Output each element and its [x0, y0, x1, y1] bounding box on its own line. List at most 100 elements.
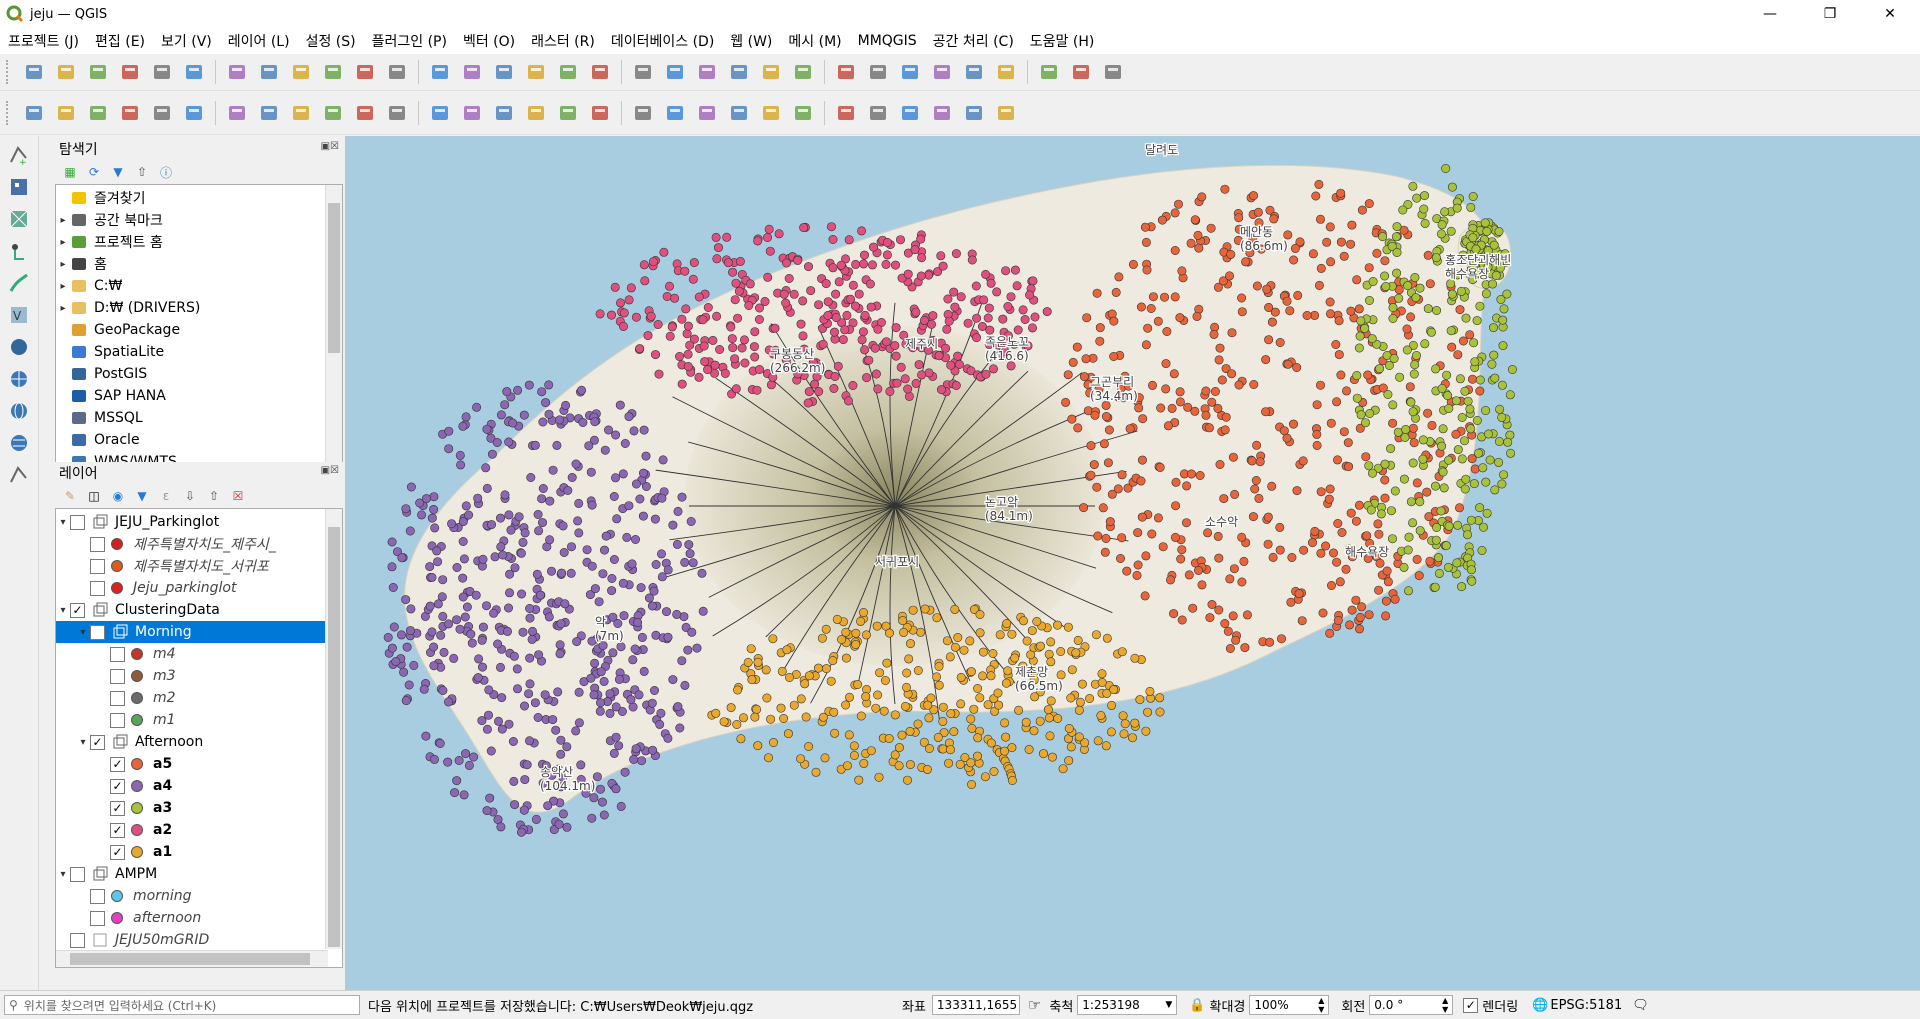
add-postgis-icon[interactable] [6, 334, 32, 360]
layer-item[interactable]: ✓ a1 [56, 841, 342, 863]
zoom-last-icon[interactable] [491, 59, 517, 85]
identify-icon[interactable] [865, 59, 891, 85]
copy-icon[interactable] [491, 100, 517, 126]
menu-item-8[interactable]: 데이터베이스 (D) [603, 31, 722, 51]
plugin-globe-icon[interactable] [929, 100, 955, 126]
field-calculator-icon[interactable] [993, 59, 1019, 85]
browser-item[interactable]: ▸ 홈 [56, 253, 342, 275]
new-project-icon[interactable] [21, 59, 47, 85]
filter-expression-icon[interactable]: ε [157, 487, 175, 505]
rotate-label-icon[interactable] [865, 100, 891, 126]
label-icon[interactable] [630, 100, 656, 126]
layer-checkbox[interactable]: ✓ [110, 756, 125, 772]
properties-icon[interactable]: ⓘ [157, 163, 175, 181]
delete-icon[interactable] [427, 100, 453, 126]
attribute-table-icon[interactable] [897, 59, 923, 85]
zoom-out-icon[interactable] [320, 59, 346, 85]
expand-arrow-icon[interactable]: ▸ [56, 215, 70, 226]
save-as-icon[interactable] [117, 59, 143, 85]
collapse-all-icon[interactable]: ⇧ [133, 163, 151, 181]
refresh-icon[interactable]: ⟳ [85, 163, 103, 181]
layer-checkbox[interactable]: ✓ [110, 778, 125, 794]
filter-legend-icon[interactable]: ▼ [133, 487, 151, 505]
expand-arrow-icon[interactable]: ▸ [56, 281, 70, 292]
coord-field[interactable]: 133311,1655 [931, 995, 1020, 1015]
layers-hscrollbar[interactable] [56, 950, 328, 967]
layer-checkbox[interactable] [90, 580, 105, 596]
layer-checkbox[interactable] [90, 558, 105, 574]
minimize-icon[interactable]: — [1740, 0, 1800, 28]
add-wfs-icon[interactable] [6, 430, 32, 456]
layer-checkbox[interactable] [70, 866, 85, 882]
save-edits-icon[interactable] [320, 100, 346, 126]
browser-item[interactable]: ▸ 프로젝트 홈 [56, 231, 342, 253]
add-vector-icon[interactable] [21, 100, 47, 126]
layer-checkbox[interactable]: ✓ [110, 844, 125, 860]
browser-item[interactable]: PostGIS [56, 363, 342, 385]
messages-icon[interactable]: 🗨 [1632, 998, 1649, 1013]
add-selected-icon[interactable]: ▦ [61, 163, 79, 181]
add-delimited-text-icon[interactable] [6, 238, 32, 264]
expand-arrow-icon[interactable]: ▸ [56, 259, 70, 270]
layer-item[interactable]: ▾ ✓ Afternoon [56, 731, 342, 753]
layer-checkbox[interactable]: ✓ [70, 602, 85, 618]
pencil-icon[interactable] [256, 100, 282, 126]
expand-arrow-icon[interactable]: ▸ [56, 237, 70, 248]
map-canvas[interactable]: 달려도 메안동 (86.6m) 홍조단괴해빈 해수욕장 구봉동산 (266.2m) 족은노꼬(… [345, 136, 1920, 990]
add-vector-layer-icon[interactable]: + [6, 142, 32, 168]
expand-arrow-icon[interactable]: ▸ [56, 303, 70, 314]
layer-item[interactable]: afternoon [56, 907, 342, 929]
expand-arrow-icon[interactable]: ▾ [76, 737, 90, 748]
vertex-tool-icon[interactable] [384, 100, 410, 126]
add-wms-icon[interactable] [224, 100, 250, 126]
new-shapefile-icon[interactable] [6, 462, 32, 488]
browser-scrollbar[interactable] [325, 185, 342, 463]
open-project-icon[interactable] [53, 59, 79, 85]
layer-checkbox[interactable]: ✓ [110, 800, 125, 816]
layer-item[interactable]: m4 [56, 643, 342, 665]
add-wcs-icon[interactable] [6, 398, 32, 424]
layer-checkbox[interactable] [110, 690, 125, 706]
layer-style-icon[interactable]: ✎ [61, 487, 79, 505]
layer-item[interactable]: ▾ AMPM [56, 863, 342, 885]
new-map-view-icon[interactable] [555, 59, 581, 85]
layer-checkbox[interactable] [110, 668, 125, 684]
zoom-to-selection-icon[interactable] [384, 59, 410, 85]
add-wms-icon[interactable] [6, 366, 32, 392]
refresh-icon[interactable] [726, 59, 752, 85]
expand-all-icon[interactable]: ⇩ [181, 487, 199, 505]
help-icon[interactable] [993, 100, 1019, 126]
layer-item[interactable]: m2 [56, 687, 342, 709]
zoom-native-icon[interactable] [459, 59, 485, 85]
style-manager-icon[interactable] [181, 59, 207, 85]
menu-item-11[interactable]: MMQGIS [850, 33, 925, 49]
select-feature-icon[interactable] [758, 59, 784, 85]
crs-button[interactable]: EPSG:5181 [1550, 998, 1622, 1013]
add-point-icon[interactable] [352, 100, 378, 126]
redo-icon[interactable] [587, 100, 613, 126]
filter-icon[interactable]: ▼ [109, 163, 127, 181]
menu-item-10[interactable]: 메시 (M) [780, 31, 849, 51]
browser-item[interactable]: ▸ C:₩ [56, 275, 342, 297]
new-bookmark-icon[interactable] [630, 59, 656, 85]
browser-item[interactable]: MSSQL [56, 407, 342, 429]
toolbar-grip[interactable] [6, 101, 12, 125]
menu-item-0[interactable]: 프로젝트 (J) [0, 31, 87, 51]
layer-item[interactable]: ✓ a3 [56, 797, 342, 819]
pan-icon[interactable] [224, 59, 250, 85]
crs-globe-icon[interactable]: 🌐 [1532, 998, 1548, 1013]
locator-search-input[interactable]: ⚲ 위치를 찾으려면 입력하세요 (Ctrl+K) [4, 995, 360, 1015]
layer-item[interactable]: ✓ a4 [56, 775, 342, 797]
browser-item[interactable]: ▸ 공간 북마크 [56, 209, 342, 231]
add-spatialite-icon[interactable] [149, 100, 175, 126]
menu-item-2[interactable]: 보기 (V) [153, 31, 220, 51]
locator-icon[interactable] [1100, 59, 1126, 85]
expand-arrow-icon[interactable]: ▾ [76, 627, 90, 638]
new-3d-view-icon[interactable] [587, 59, 613, 85]
layer-item[interactable]: ▾ Morning [56, 621, 342, 643]
browser-item[interactable]: GeoPackage [56, 319, 342, 341]
scale-combo[interactable]: 1:253198 ▼ [1077, 995, 1178, 1015]
menu-item-3[interactable]: 레이어 (L) [220, 31, 298, 51]
layer-item[interactable]: m1 [56, 709, 342, 731]
expand-arrow-icon[interactable]: ▾ [56, 869, 70, 880]
